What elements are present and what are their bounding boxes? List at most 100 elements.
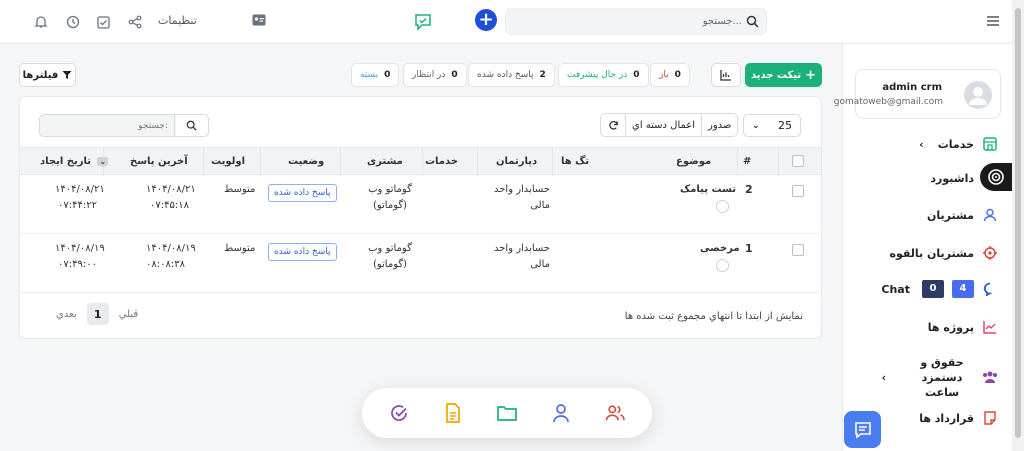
search-icon[interactable] xyxy=(746,15,760,29)
plus-icon: + xyxy=(805,67,817,83)
row-number: 2 xyxy=(745,183,753,196)
bell-icon[interactable] xyxy=(33,14,49,30)
filters-button[interactable]: فیلترها xyxy=(19,63,76,87)
share-icon[interactable] xyxy=(127,14,143,30)
col-customer[interactable]: مشتری xyxy=(367,156,403,167)
status-label: در حال پیشرفت xyxy=(567,70,628,80)
per-page-select[interactable]: ⌄ 25 xyxy=(743,114,801,137)
row-customer[interactable]: گوماتو وب (گوماتو) xyxy=(360,182,420,214)
status-filter-in-progress[interactable]: 0 در حال پیشرفت xyxy=(558,63,649,87)
row-priority: متوسط xyxy=(224,184,256,195)
chevron-left-icon: › xyxy=(881,370,886,384)
filter-icon xyxy=(62,71,72,79)
search-icon xyxy=(186,120,197,131)
select-all-checkbox[interactable] xyxy=(792,155,804,167)
prev-page-button[interactable]: قبلي xyxy=(119,309,138,320)
plus-icon[interactable]: + xyxy=(475,9,497,31)
page-button-current[interactable]: 1 xyxy=(86,303,109,325)
bulk-action-button[interactable]: اعمال دسته اي xyxy=(625,114,702,136)
row-subject[interactable]: تست پیامک xyxy=(680,182,736,198)
status-count: 2 xyxy=(539,70,546,80)
team-icon[interactable] xyxy=(605,403,625,423)
row-customer[interactable]: گوماتو وب (گوماتو) xyxy=(360,241,420,273)
folder-icon[interactable] xyxy=(497,403,517,423)
profile-card[interactable]: admin crm gomatoweb@gmail.com xyxy=(834,69,1001,119)
global-search-input[interactable]: جستجو... xyxy=(505,8,767,35)
floating-chat-button[interactable] xyxy=(844,411,881,448)
col-created[interactable]: تاریخ ایجاد ⌄ xyxy=(40,156,109,167)
chat-badge-count: 4 xyxy=(952,280,974,298)
status-count: 0 xyxy=(674,70,681,80)
col-priority[interactable]: اولویت xyxy=(211,156,245,167)
refresh-button[interactable] xyxy=(601,114,625,136)
sidebar-item-projects[interactable]: پروژه ها xyxy=(928,316,998,338)
status-count: 0 xyxy=(633,70,640,80)
table-search-button[interactable] xyxy=(174,115,208,136)
col-status[interactable]: وضعیت xyxy=(288,156,324,167)
table-row[interactable]: 1 مرخصی حسابدار واحد مالی گوماتو وب (گوم… xyxy=(20,235,821,293)
row-checkbox[interactable] xyxy=(792,185,804,197)
chart-icon xyxy=(982,319,998,335)
crosshair-icon xyxy=(982,245,998,261)
document-icon[interactable] xyxy=(443,403,463,423)
chat-icon[interactable] xyxy=(414,13,432,31)
chat-badge-count: 0 xyxy=(922,280,944,298)
sidebar-item-label: مشتریان xyxy=(927,208,974,222)
sidebar-item-label: حقوق و دستمزد ساعت xyxy=(920,355,964,399)
clock-icon[interactable] xyxy=(65,14,81,30)
row-created-date: ۱۴۰۴/۰۸/۱۹ xyxy=(55,243,105,254)
col-subject[interactable]: موضوع xyxy=(676,156,711,167)
row-checkbox[interactable] xyxy=(792,244,804,256)
col-services[interactable]: خدمات xyxy=(425,156,458,167)
col-number[interactable]: # xyxy=(743,156,751,167)
profile-email: gomatoweb@gmail.com xyxy=(833,97,943,107)
status-label: بسته xyxy=(360,70,379,80)
export-button[interactable]: صدور xyxy=(701,114,738,136)
sidebar-item-payroll[interactable]: حقوق و دستمزد ساعت › xyxy=(881,356,998,399)
col-tags[interactable]: تگ ها xyxy=(561,156,589,167)
page-scrollbar[interactable] xyxy=(1012,0,1024,451)
next-page-button[interactable]: بعدي xyxy=(56,309,77,320)
status-filter-open[interactable]: 0 باز xyxy=(650,63,690,87)
status-label: در انتظار xyxy=(412,70,446,80)
table-view-button[interactable] xyxy=(711,63,741,87)
status-filter-closed[interactable]: 0 بسته xyxy=(351,63,400,87)
status-label: پاسخ داده شده xyxy=(477,70,534,80)
new-ticket-label: تیکت جدید xyxy=(750,69,802,81)
sidebar-item-leads[interactable]: مشتریان بالقوه xyxy=(889,242,998,264)
sidebar-item-customers[interactable]: مشتریان xyxy=(927,204,998,226)
sidebar-item-label: قرارداد ها xyxy=(919,411,974,425)
table-search-input[interactable] xyxy=(40,115,176,136)
row-last-reply-time: ۰۸:۰۸:۳۸ xyxy=(146,259,185,270)
user-icon[interactable] xyxy=(551,403,571,423)
col-last-reply[interactable]: آخرین پاسخ xyxy=(130,156,188,167)
avatar[interactable] xyxy=(964,81,992,109)
target-icon[interactable] xyxy=(980,163,1012,191)
check-circle-icon[interactable] xyxy=(389,403,409,423)
checkbox-icon[interactable] xyxy=(95,14,111,30)
pagination: قبلي 1 بعدي xyxy=(56,303,138,325)
row-created-time: ۰۷:۴۴:۲۲ xyxy=(58,200,97,211)
hamburger-icon[interactable] xyxy=(986,15,1000,27)
table-header: # موضوع تگ ها دپارتمان خدمات مشتری وضعیت… xyxy=(20,147,821,176)
col-department[interactable]: دپارتمان xyxy=(496,156,537,167)
id-card-icon[interactable] xyxy=(252,14,268,28)
settings-link[interactable]: تنظیمات xyxy=(158,14,197,27)
table-row[interactable]: 2 تست پیامک حسابدار واحد مالی گوماتو وب … xyxy=(20,176,821,234)
status-filter-waiting[interactable]: 0 در انتظار xyxy=(403,63,467,87)
status-filter-answered[interactable]: 2 پاسخ داده شده xyxy=(468,63,555,87)
scroll-thumb[interactable] xyxy=(1015,8,1021,438)
sidebar-item-contracts[interactable]: قرارداد ها xyxy=(919,407,998,429)
sort-icon: ⌄ xyxy=(97,157,109,166)
row-last-reply-date: ۱۴۰۴/۰۸/۲۱ xyxy=(146,184,196,195)
sidebar-item-services[interactable]: خدمات › xyxy=(919,133,998,155)
sidebar-item-chat[interactable]: 4 0 Chat xyxy=(881,278,998,300)
sidebar-item-label: Chat xyxy=(881,282,910,296)
sidebar-item-label: مشتریان بالقوه xyxy=(889,246,974,260)
table-icon xyxy=(720,70,731,81)
new-ticket-button[interactable]: + تیکت جدید xyxy=(745,63,822,87)
row-subject[interactable]: مرخصی xyxy=(700,241,740,257)
chat-bubble-icon xyxy=(982,281,998,297)
sidebar-item-label: خدمات xyxy=(937,137,974,151)
refresh-icon xyxy=(608,120,618,130)
